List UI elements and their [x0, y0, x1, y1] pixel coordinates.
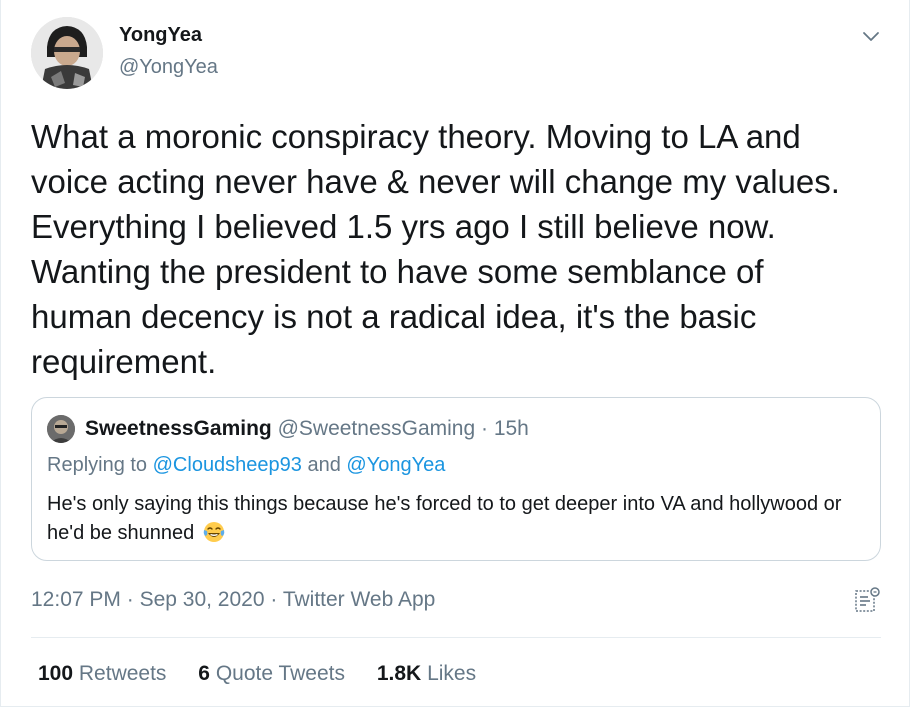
divider	[31, 637, 881, 638]
analytics-icon[interactable]	[852, 585, 882, 615]
face-with-tears-of-joy-emoji	[202, 520, 226, 544]
chevron-down-icon[interactable]	[859, 24, 883, 48]
quoted-time[interactable]: 15h	[494, 417, 529, 440]
replying-and: and	[301, 454, 347, 476]
tweet-text: What a moronic conspiracy theory. Moving…	[31, 118, 840, 380]
retweets-stat[interactable]: 100 Retweets	[38, 662, 166, 686]
replying-prefix: Replying to	[47, 454, 153, 476]
separator: ·	[264, 588, 283, 611]
mention-link[interactable]: @Cloudsheep93	[153, 454, 302, 476]
tweet-meta: 12:07 PM · Sep 30, 2020 · Twitter Web Ap…	[31, 588, 435, 612]
tweet-card: YongYea @YongYea What a moronic conspira…	[0, 0, 910, 707]
replying-to: Replying to @Cloudsheep93 and @YongYea	[47, 454, 445, 477]
likes-stat[interactable]: 1.8K Likes	[377, 662, 476, 686]
tweet-source[interactable]: Twitter Web App	[283, 588, 436, 611]
retweets-count: 100	[38, 662, 74, 685]
author-display-name[interactable]: YongYea	[119, 24, 202, 47]
quoted-handle[interactable]: @SweetnessGaming	[278, 417, 476, 440]
avatar[interactable]	[31, 17, 103, 89]
quoted-text: He's only saying this things because he'…	[47, 490, 867, 548]
engagement-stats: 100 Retweets 6 Quote Tweets 1.8K Likes	[38, 662, 502, 686]
separator: ·	[475, 417, 494, 440]
quoted-display-name[interactable]: SweetnessGaming	[85, 417, 272, 440]
author-handle[interactable]: @YongYea	[119, 56, 218, 79]
likes-count: 1.8K	[376, 662, 422, 685]
avatar-image	[31, 17, 103, 89]
tweet-date[interactable]: Sep 30, 2020	[140, 588, 265, 611]
retweets-label: Retweets	[78, 662, 167, 685]
quote-tweets-label: Quote Tweets	[215, 662, 346, 685]
mention-link[interactable]: @YongYea	[346, 454, 445, 476]
likes-label: Likes	[427, 662, 477, 685]
separator: ·	[120, 588, 140, 611]
quoted-text-body: He's only saying this things because he'…	[47, 493, 842, 544]
quote-tweets-count: 6	[198, 662, 210, 685]
quoted-tweet[interactable]: SweetnessGaming @SweetnessGaming · 15h R…	[31, 397, 881, 561]
tweet-time[interactable]: 12:07 PM	[31, 588, 121, 611]
quoted-avatar[interactable]	[47, 415, 75, 443]
quoted-header: SweetnessGaming @SweetnessGaming · 15h	[85, 417, 529, 441]
quote-tweets-stat[interactable]: 6 Quote Tweets	[198, 662, 345, 686]
